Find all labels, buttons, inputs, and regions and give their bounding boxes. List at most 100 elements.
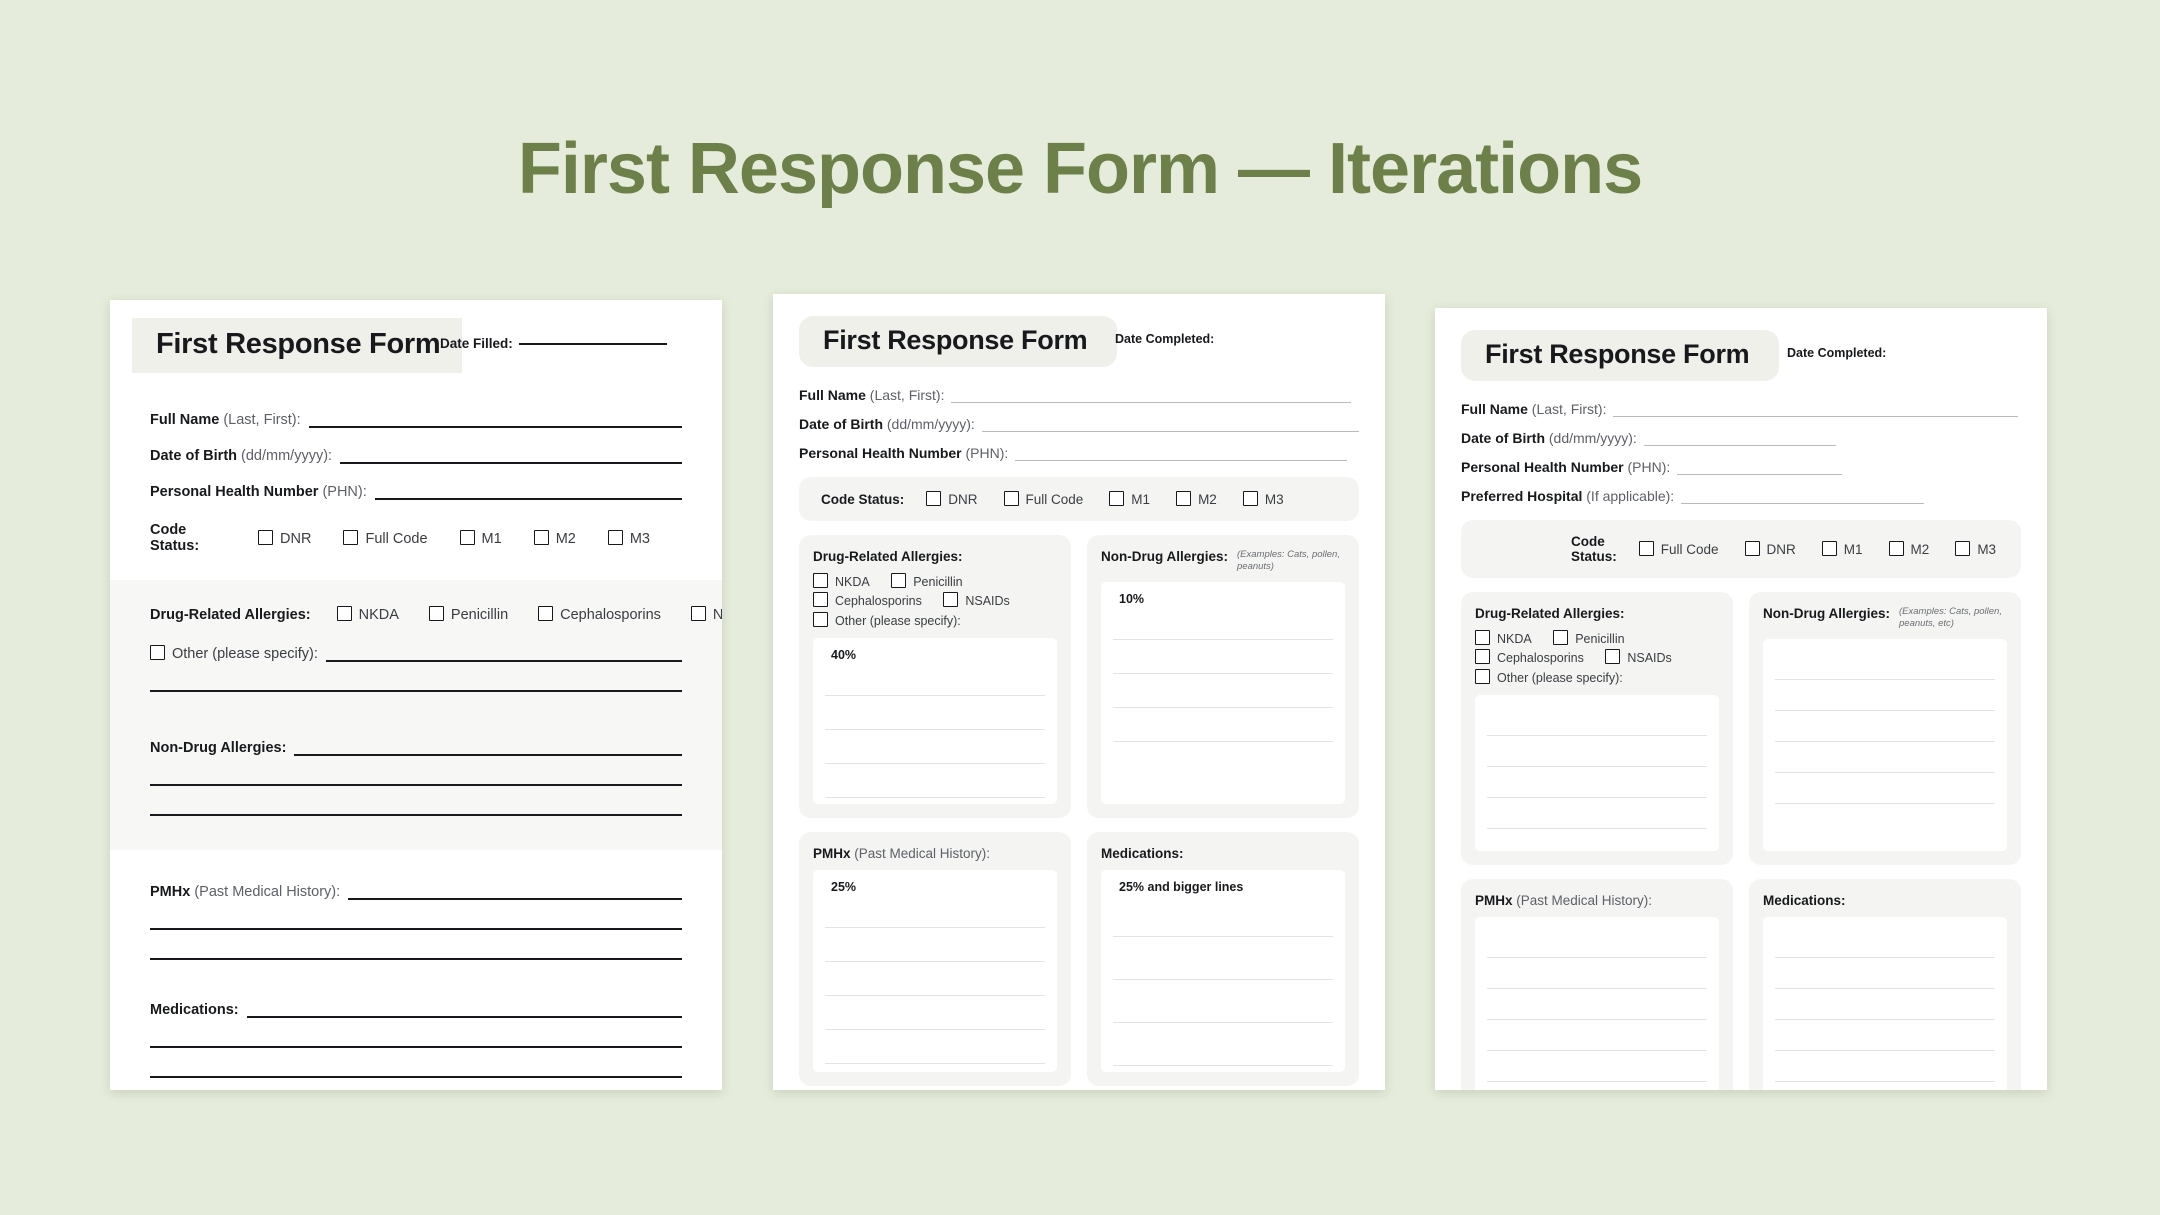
v1-medications-line-2[interactable] xyxy=(150,1045,682,1048)
v2-phn-input[interactable] xyxy=(1015,459,1348,461)
checkbox-icon[interactable] xyxy=(891,573,907,588)
v3-code-status-option-dnr[interactable]: DNR xyxy=(1744,541,1796,557)
checkbox-icon[interactable] xyxy=(1109,491,1125,506)
v1-pmhx-line-2[interactable] xyxy=(150,927,682,930)
v3-phn-row[interactable]: Personal Health Number (PHN): xyxy=(1461,459,2021,475)
v3-preferred-hospital-row[interactable]: Preferred Hospital (If applicable): xyxy=(1461,488,2021,504)
checkbox-icon[interactable] xyxy=(813,573,828,588)
v3-drug-allergy-option-penicillin[interactable]: Penicillin xyxy=(1553,630,1625,649)
checkbox-icon[interactable] xyxy=(1638,541,1654,556)
v1-date-filled-field[interactable]: Date Filled: xyxy=(440,336,667,351)
v3-pmhx-write-area[interactable] xyxy=(1475,917,1719,1090)
v2-dob-row[interactable]: Date of Birth (dd/mm/yyyy): xyxy=(799,416,1359,432)
checkbox-icon[interactable] xyxy=(813,592,828,608)
v3-drug-allergies-other-option[interactable]: Other (please specify): xyxy=(1475,668,1623,688)
v1-dob-input[interactable] xyxy=(340,461,682,464)
checkbox-icon[interactable] xyxy=(538,606,554,621)
v1-dob-row[interactable]: Date of Birth (dd/mm/yyyy): xyxy=(150,428,682,464)
checkbox-icon[interactable] xyxy=(1888,541,1904,556)
v1-non-drug-allergies-line-2[interactable] xyxy=(150,783,682,786)
checkbox-icon[interactable] xyxy=(607,529,623,545)
v2-dob-input[interactable] xyxy=(981,430,1359,432)
checkbox-icon[interactable] xyxy=(1242,491,1258,506)
v3-dob-input[interactable] xyxy=(1643,444,1836,446)
v3-drug-allergy-option-cephalosporins[interactable]: Cephalosporins xyxy=(1475,649,1584,668)
checkbox-icon[interactable] xyxy=(1475,668,1490,684)
checkbox-icon[interactable] xyxy=(1955,541,1971,556)
v1-drug-allergy-option-cephalosporins[interactable]: Cephalosporins xyxy=(538,606,661,623)
v1-drug-allergies-other-input[interactable] xyxy=(325,659,682,662)
v3-code-status-option-m2[interactable]: M2 xyxy=(1888,541,1929,557)
v2-code-status-option-m2[interactable]: M2 xyxy=(1176,491,1217,507)
v2-full-name-row[interactable]: Full Name (Last, First): xyxy=(799,387,1359,403)
v3-full-name-row[interactable]: Full Name (Last, First): xyxy=(1461,401,2021,417)
v1-phn-input[interactable] xyxy=(374,497,682,500)
v3-phn-input[interactable] xyxy=(1677,473,1843,475)
v1-code-status-option-dnr[interactable]: DNR xyxy=(258,529,311,547)
v2-code-status-option-full-code[interactable]: Full Code xyxy=(1003,491,1083,507)
checkbox-icon[interactable] xyxy=(1744,541,1760,556)
v3-code-status-option-full-code[interactable]: Full Code xyxy=(1638,541,1719,557)
v2-code-status-option-m3[interactable]: M3 xyxy=(1242,491,1284,507)
checkbox-icon[interactable] xyxy=(813,611,828,627)
checkbox-icon[interactable] xyxy=(459,529,475,545)
v1-phn-row[interactable]: Personal Health Number (PHN): xyxy=(150,464,682,500)
checkbox-icon[interactable] xyxy=(926,491,942,506)
v1-full-name-input[interactable] xyxy=(308,425,682,428)
checkbox-icon[interactable] xyxy=(690,606,706,621)
checkbox-icon[interactable] xyxy=(258,529,274,545)
v2-medications-write-area[interactable]: 25% and bigger lines xyxy=(1101,870,1345,1073)
v2-code-status-option-dnr[interactable]: DNR xyxy=(926,491,978,507)
checkbox-icon[interactable] xyxy=(428,606,444,621)
v2-non-drug-allergies-write-area[interactable]: 10% xyxy=(1101,581,1345,805)
v3-code-status-option-m1[interactable]: M1 xyxy=(1821,541,1863,557)
v2-drug-allergies-write-area[interactable]: 40% xyxy=(813,638,1057,805)
checkbox-icon[interactable] xyxy=(943,592,959,608)
checkbox-icon[interactable] xyxy=(336,606,352,621)
v3-non-drug-allergies-write-area[interactable] xyxy=(1763,638,2007,852)
v1-medications-line-3[interactable] xyxy=(150,1075,682,1078)
v1-non-drug-allergies-line-3[interactable] xyxy=(150,813,682,816)
v1-medications-input[interactable] xyxy=(246,1015,682,1018)
checkbox-icon[interactable] xyxy=(1605,649,1621,665)
v2-drug-allergy-option-nsaids[interactable]: NSAIDs xyxy=(943,592,1010,611)
v1-drug-allergy-option-penicillin[interactable]: Penicillin xyxy=(428,606,508,623)
v3-full-name-input[interactable] xyxy=(1613,415,2019,417)
v2-drug-allergy-option-cephalosporins[interactable]: Cephalosporins xyxy=(813,592,922,611)
v1-code-status-option-m3[interactable]: M3 xyxy=(607,529,650,547)
v2-drug-allergy-option-nkda[interactable]: NKDA xyxy=(813,573,870,592)
v1-drug-allergy-option-nkda[interactable]: NKDA xyxy=(336,606,399,623)
v1-non-drug-allergies-row[interactable]: Non-Drug Allergies: xyxy=(150,692,682,756)
v1-medications-row[interactable]: Medications: xyxy=(150,960,682,1018)
v2-drug-allergy-option-penicillin[interactable]: Penicillin xyxy=(891,573,963,592)
v3-drug-allergies-write-area[interactable] xyxy=(1475,695,1719,852)
v2-drug-allergies-other-option[interactable]: Other (please specify): xyxy=(813,611,961,631)
v2-pmhx-write-area[interactable]: 25% xyxy=(813,870,1057,1073)
v1-drug-allergy-option-nsaids[interactable]: NSAIDs xyxy=(690,606,722,623)
checkbox-icon[interactable] xyxy=(533,529,549,545)
checkbox-icon[interactable] xyxy=(1475,630,1490,645)
checkbox-icon[interactable] xyxy=(343,529,359,545)
v3-preferred-hospital-input[interactable] xyxy=(1681,502,1925,504)
checkbox-icon[interactable] xyxy=(1003,491,1019,506)
checkbox-icon[interactable] xyxy=(1475,649,1490,665)
v2-phn-row[interactable]: Personal Health Number (PHN): xyxy=(799,445,1359,461)
v1-pmhx-row[interactable]: PMHx (Past Medical History): xyxy=(150,850,682,900)
v3-medications-write-area[interactable] xyxy=(1763,917,2007,1090)
v3-dob-row[interactable]: Date of Birth (dd/mm/yyyy): xyxy=(1461,430,2021,446)
checkbox-icon[interactable] xyxy=(1553,630,1569,645)
v1-code-status-option-m2[interactable]: M2 xyxy=(533,529,576,547)
checkbox-icon[interactable] xyxy=(150,645,165,660)
v1-pmhx-input[interactable] xyxy=(348,897,682,900)
v1-drug-allergies-other-row[interactable]: Other (please specify): xyxy=(150,623,682,662)
v1-code-status-option-full-code[interactable]: Full Code xyxy=(343,529,428,547)
v1-non-drug-allergies-input[interactable] xyxy=(294,753,682,756)
v1-code-status-option-m1[interactable]: M1 xyxy=(459,529,502,547)
v2-code-status-option-m1[interactable]: M1 xyxy=(1109,491,1150,507)
v1-full-name-row[interactable]: Full Name (Last, First): xyxy=(150,392,682,428)
v2-full-name-input[interactable] xyxy=(951,401,1352,403)
checkbox-icon[interactable] xyxy=(1821,541,1837,556)
checkbox-icon[interactable] xyxy=(1176,491,1192,506)
v3-drug-allergy-option-nsaids[interactable]: NSAIDs xyxy=(1605,649,1672,668)
v3-drug-allergy-option-nkda[interactable]: NKDA xyxy=(1475,630,1532,649)
